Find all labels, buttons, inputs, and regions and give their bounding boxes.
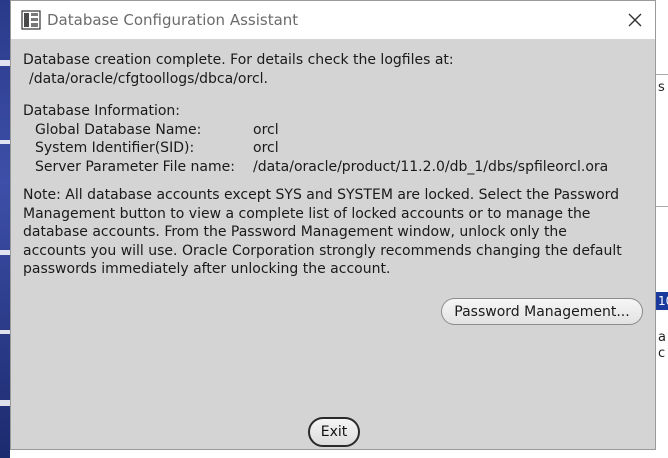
note-line: Management button to view a complete lis…	[23, 205, 591, 222]
dialog-content: Database creation complete. For details …	[23, 51, 648, 279]
background-band	[0, 60, 10, 66]
background-band	[0, 140, 10, 144]
info-row-spfile: Server Parameter File name: /data/oracle…	[23, 158, 648, 177]
title-bar: Database Configuration Assistant	[11, 1, 655, 39]
info-heading: Database Information:	[23, 103, 181, 119]
background-band	[0, 330, 10, 334]
note-line: database accounts. From the Password Man…	[23, 224, 567, 240]
background-window-edge	[0, 0, 10, 458]
completion-message: Database creation complete. For details …	[23, 52, 454, 68]
window-title: Database Configuration Assistant	[47, 11, 299, 29]
background-text: a	[658, 330, 666, 345]
note-line: Note: All database accounts except SYS a…	[23, 187, 620, 203]
background-band	[0, 400, 10, 406]
note-line: passwords immediately after unlocking th…	[23, 261, 391, 277]
info-label: System Identifier(SID):	[35, 140, 195, 156]
note-line: accounts you will use. Oracle Corporatio…	[23, 242, 622, 259]
background-band	[0, 250, 10, 255]
close-icon[interactable]	[623, 8, 647, 32]
info-value: /data/oracle/product/11.2.0/db_1/dbs/spf…	[253, 158, 609, 175]
info-label: Global Database Name:	[35, 121, 202, 138]
background-text: s	[658, 80, 665, 95]
info-row-gdb-name: Global Database Name: orcl	[23, 121, 648, 140]
password-management-button[interactable]: Password Management...	[441, 298, 643, 325]
info-value: orcl	[253, 140, 279, 156]
background-window-right: s 10 a c	[656, 0, 668, 458]
background-text: c	[658, 346, 666, 361]
info-row-sid: System Identifier(SID): orcl	[23, 139, 648, 158]
database-app-icon	[21, 10, 41, 30]
dbca-dialog: Database Configuration Assistant Databas…	[10, 0, 656, 450]
info-value: orcl	[253, 121, 279, 138]
exit-button[interactable]: Exit	[308, 417, 360, 447]
logfile-path: /data/oracle/cfgtoollogs/dbca/orcl.	[29, 70, 268, 87]
background-selection: 10	[656, 292, 668, 310]
background-divider	[656, 74, 668, 75]
background-divider	[656, 206, 668, 207]
info-label: Server Parameter File name:	[35, 158, 235, 175]
